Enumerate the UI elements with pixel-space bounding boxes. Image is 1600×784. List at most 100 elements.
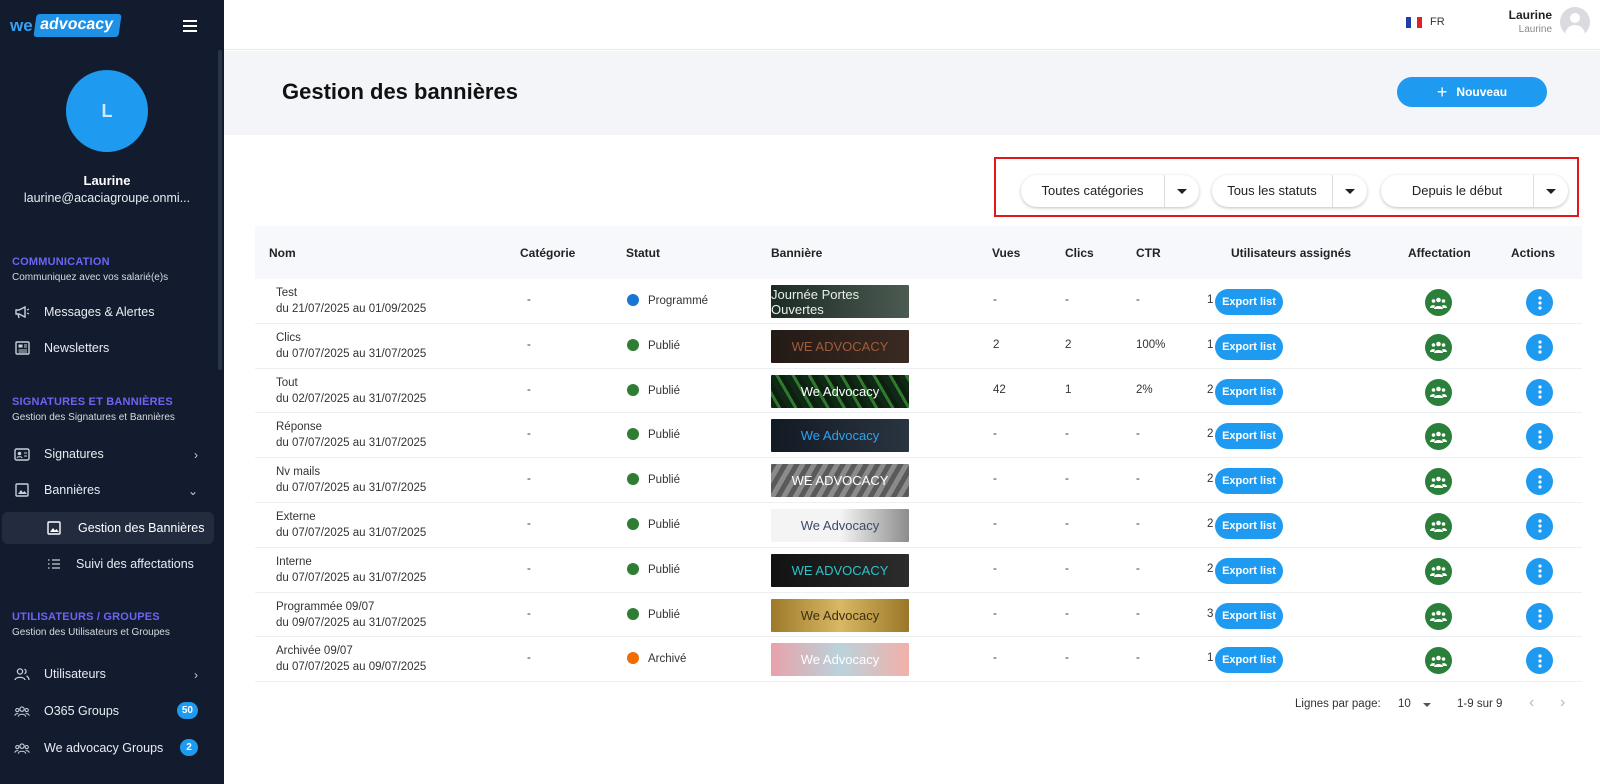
sidebar-item-suivi-affectations[interactable]: Suivi des affectations [0,548,214,580]
export-list-button[interactable]: Export list [1215,289,1283,315]
sidebar-item-o365-groups[interactable]: O365 Groups 50 [0,695,214,727]
banner-thumbnail[interactable]: We Advocacy [771,374,909,408]
column-header[interactable]: Affectation [1408,246,1471,260]
users-group-icon[interactable] [1425,289,1452,316]
export-list-button[interactable]: Export list [1215,647,1283,674]
table-row[interactable]: Programmée 09/07 du 09/07/2025 au 31/07/… [255,593,1582,638]
language-selector[interactable]: FR [1406,16,1445,28]
export-list-button[interactable]: Export list [1215,468,1283,495]
column-header[interactable]: Utilisateurs assignés [1231,246,1351,260]
caret-down-icon[interactable] [1534,188,1568,194]
banner-name[interactable]: Externe [276,511,316,523]
table-row[interactable]: Archivée 09/07 du 07/07/2025 au 09/07/20… [255,637,1582,683]
column-header[interactable]: Vues [992,246,1020,260]
banner-thumbnail[interactable]: WE ADVOCACY [771,553,909,587]
banner-name[interactable]: Tout [276,377,298,389]
sidebar-item-label: O365 Groups [44,704,120,718]
export-list-button[interactable]: Export list [1215,512,1283,539]
users-group-icon[interactable] [1425,378,1452,406]
sidebar-item-utilisateurs[interactable]: Utilisateurs › [0,658,214,690]
export-list-button[interactable]: Export list [1215,557,1283,584]
more-vertical-icon[interactable] [1526,647,1553,675]
users-group-icon[interactable] [1425,468,1452,496]
banner-dates: du 07/07/2025 au 09/07/2025 [276,661,427,674]
more-vertical-icon[interactable] [1526,557,1553,585]
more-vertical-icon[interactable] [1526,468,1553,496]
rows-per-page-select[interactable]: 10 [1398,698,1431,710]
status-cell: Programmé [627,294,708,307]
menu-icon[interactable] [183,20,197,32]
table-row[interactable]: Nv mails du 07/07/2025 au 31/07/2025 - P… [255,458,1582,503]
users-group-icon[interactable] [1425,333,1452,361]
export-list-button[interactable]: Export list [1215,602,1283,629]
group-icon [14,740,30,756]
export-list-button[interactable]: Export list [1215,378,1283,405]
table-row[interactable]: Interne du 07/07/2025 au 31/07/2025 - Pu… [255,548,1582,593]
sidebar-scrollbar[interactable] [218,50,222,370]
assigned-count: 2 [1207,473,1214,486]
banner-thumbnail[interactable]: We Advocacy [771,508,909,542]
export-list-button[interactable]: Export list [1215,423,1283,450]
banner-name[interactable]: Interne [276,556,312,568]
sidebar-item-we-advocacy-groups[interactable]: We advocacy Groups 2 [0,732,214,764]
sidebar-item-messages[interactable]: Messages & Alertes [0,296,214,328]
column-header[interactable]: Clics [1065,246,1094,260]
more-vertical-icon[interactable] [1526,378,1553,406]
status-label: Publié [648,608,680,621]
more-vertical-icon[interactable] [1526,289,1553,316]
more-vertical-icon[interactable] [1526,602,1553,630]
banner-thumbnail[interactable]: We Advocacy [771,598,909,632]
sidebar-item-newsletters[interactable]: Newsletters [0,332,214,364]
banner-name[interactable]: Archivée 09/07 [276,645,353,657]
status-filter-select[interactable]: Tous les statuts [1212,175,1367,207]
column-header[interactable]: Statut [626,246,660,260]
caret-down-icon[interactable] [1333,188,1367,194]
more-vertical-icon[interactable] [1526,333,1553,361]
table-row[interactable]: Externe du 07/07/2025 au 31/07/2025 - Pu… [255,503,1582,548]
table-row[interactable]: Réponse du 07/07/2025 au 31/07/2025 - Pu… [255,413,1582,459]
users-group-icon[interactable] [1425,512,1452,540]
banner-name[interactable]: Clics [276,332,301,344]
banner-thumbnail[interactable]: We Advocacy [771,643,909,677]
banner-thumbnail[interactable]: Journée Portes Ouvertes [771,285,909,318]
export-list-button[interactable]: Export list [1215,333,1283,360]
status-dot-icon [627,383,639,396]
column-header[interactable]: CTR [1136,246,1161,260]
more-vertical-icon[interactable] [1526,512,1553,540]
banner-name[interactable]: Test [276,287,297,299]
sidebar-item-gestion-bannieres[interactable]: Gestion des Bannières [2,512,214,544]
user-avatar-icon[interactable] [1560,7,1590,37]
next-page-icon[interactable]: › [1560,694,1565,712]
banner-dates: du 07/07/2025 au 31/07/2025 [276,571,427,584]
users-group-icon[interactable] [1425,423,1452,451]
column-header[interactable]: Catégorie [520,246,575,260]
ctr-value: - [1136,607,1140,620]
banner-thumbnail[interactable]: We Advocacy [771,419,909,453]
previous-page-icon[interactable]: ‹ [1529,694,1534,712]
column-header[interactable]: Bannière [771,246,822,260]
users-group-icon[interactable] [1425,557,1452,585]
banner-thumbnail[interactable]: WE ADVOCACY [771,329,909,363]
users-group-icon[interactable] [1425,602,1452,630]
more-vertical-icon[interactable] [1526,423,1553,451]
views-value: - [993,562,997,575]
category-filter-select[interactable]: Toutes catégories [1021,175,1199,207]
users-group-icon[interactable] [1425,647,1452,675]
table-row[interactable]: Test du 21/07/2025 au 01/09/2025 - Progr… [255,279,1582,324]
table-row[interactable]: Tout du 02/07/2025 au 31/07/2025 - Publi… [255,369,1582,414]
caret-down-icon[interactable] [1165,188,1199,194]
brand-logo[interactable]: we advocacy [10,14,122,37]
banner-thumbnail[interactable]: WE ADVOCACY [771,464,909,498]
banner-name[interactable]: Réponse [276,421,322,433]
column-header[interactable]: Nom [269,246,296,260]
sidebar-item-bannieres[interactable]: Bannières ⌄ [0,474,214,506]
banner-name[interactable]: Nv mails [276,466,320,478]
banner-name[interactable]: Programmée 09/07 [276,601,374,613]
header-user[interactable]: Laurine Laurine [1502,8,1552,35]
table-row[interactable]: Clics du 07/07/2025 au 31/07/2025 - Publ… [255,324,1582,369]
period-filter-select[interactable]: Depuis le début [1381,175,1568,207]
sidebar-item-signatures[interactable]: Signatures › [0,438,214,470]
section-utilisateurs-title: UTILISATEURS / GROUPES [12,611,160,623]
new-banner-button[interactable]: + Nouveau [1397,77,1547,107]
column-header[interactable]: Actions [1511,246,1555,260]
